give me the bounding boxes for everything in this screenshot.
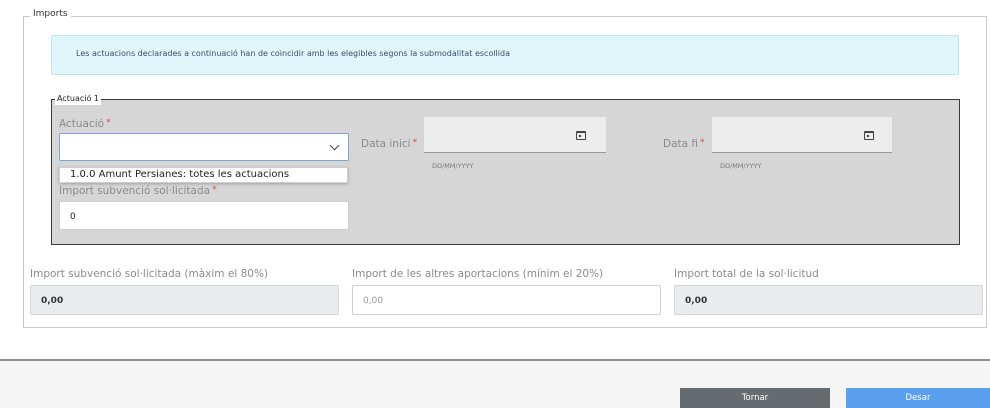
actuacio-label: Actuació * <box>59 118 111 130</box>
total-solicitud-value: 0,00 <box>685 296 708 306</box>
data-fi-label: Data fi * <box>663 138 705 150</box>
footer-bar <box>0 361 990 408</box>
calendar-icon[interactable] <box>576 131 586 140</box>
data-inici-hint: DD/MM/YYYY <box>432 162 474 170</box>
total-subvencio-label: Import subvenció sol·licitada (màxim el … <box>30 268 269 280</box>
dropdown-option[interactable]: 1.0.0 Amunt Persianes: totes les actuaci… <box>70 169 289 180</box>
save-button[interactable]: Desar <box>846 388 990 408</box>
required-mark: * <box>412 138 418 148</box>
altres-aportacions-placeholder: 0,00 <box>363 296 384 306</box>
data-inici-input[interactable] <box>424 117 606 153</box>
chevron-down-icon <box>329 140 340 151</box>
required-mark: * <box>700 138 705 148</box>
data-fi-hint: DD/MM/YYYY <box>720 162 762 170</box>
total-solicitud-field: 0,00 <box>674 285 983 315</box>
altres-aportacions-label: Import de les altres aportacions (mínim … <box>352 268 604 280</box>
total-solicitud-label: Import total de la sol·licitud <box>674 268 819 280</box>
back-button[interactable]: Tornar <box>680 388 830 408</box>
actuacio-legend: Actuació 1 <box>55 93 101 105</box>
required-mark: * <box>212 185 217 195</box>
required-mark: * <box>106 118 111 128</box>
actuacio-select[interactable] <box>59 133 349 161</box>
actuacio-dropdown: 1.0.0 Amunt Persianes: totes les actuaci… <box>59 167 348 183</box>
calendar-icon[interactable] <box>864 131 874 140</box>
data-inici-label: Data inici * <box>361 138 418 150</box>
imports-legend: Imports <box>30 9 71 19</box>
import-subvencio-value: 0 <box>70 212 76 222</box>
import-subvencio-label: Import subvenció sol·licitada * <box>59 185 217 197</box>
data-fi-input[interactable] <box>712 117 892 153</box>
altres-aportacions-input[interactable]: 0,00 <box>352 285 661 315</box>
info-alert-text: Les actuacions declarades a continuació … <box>76 49 510 58</box>
total-subvencio-field: 0,00 <box>30 285 339 315</box>
import-subvencio-input[interactable]: 0 <box>59 201 349 230</box>
total-subvencio-value: 0,00 <box>41 296 64 306</box>
